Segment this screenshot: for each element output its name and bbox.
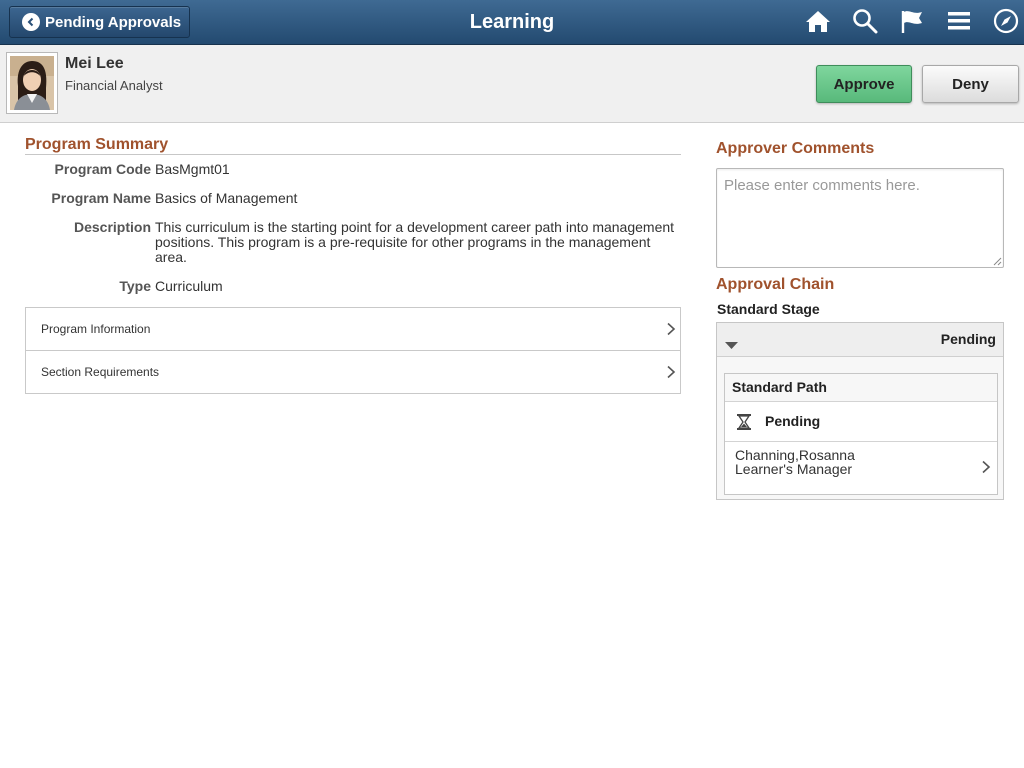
description-label: Description [73, 219, 151, 235]
path-title: Standard Path [732, 379, 827, 395]
path-status-row: Pending [725, 402, 997, 442]
path-header: Standard Path [725, 374, 997, 402]
approver-comments-heading: Approver Comments [716, 140, 875, 157]
employee-job-title: Financial Analyst [65, 78, 163, 93]
stage-label: Standard Stage [717, 301, 820, 317]
approval-stage: Pending Standard Path Pending Channing,R… [716, 322, 1004, 500]
program-name-value: Basics of Management [155, 190, 298, 206]
path-status: Pending [765, 413, 821, 429]
section-requirements-row[interactable]: Section Requirements [25, 350, 681, 394]
stage-toggle[interactable]: Pending [717, 323, 1003, 357]
section-requirements-label: Section Requirements [41, 365, 160, 379]
description-value: This curriculum is the starting point fo… [155, 219, 675, 265]
approver-comments-input[interactable] [716, 168, 1004, 268]
deny-button[interactable]: Deny [922, 65, 1019, 103]
employee-name: Mei Lee [65, 55, 124, 72]
program-summary-heading: Program Summary [25, 136, 169, 153]
chevron-right-icon [665, 322, 677, 336]
program-name-label: Program Name [51, 190, 151, 206]
avatar [6, 52, 58, 114]
chevron-right-icon [665, 365, 677, 379]
approval-path: Standard Path Pending Channing,Rosanna L… [724, 373, 998, 495]
approver-row[interactable]: Channing,Rosanna Learner's Manager [725, 442, 997, 494]
program-code-label: Program Code [54, 161, 151, 177]
menu-icon[interactable] [945, 7, 973, 35]
stage-status: Pending [940, 331, 996, 347]
approve-button[interactable]: Approve [816, 65, 912, 103]
search-icon[interactable] [851, 7, 879, 35]
triangle-down-icon [725, 337, 738, 355]
chevron-right-icon [981, 460, 991, 479]
compass-icon[interactable] [992, 7, 1020, 35]
approval-chain-heading: Approval Chain [716, 276, 835, 293]
employee-header: Mei Lee Financial Analyst Approve Deny [0, 45, 1024, 123]
type-value: Curriculum [155, 278, 223, 294]
program-information-row[interactable]: Program Information [25, 307, 681, 351]
hourglass-icon [737, 414, 751, 435]
home-icon[interactable] [804, 7, 832, 35]
resize-grip-icon[interactable] [992, 256, 1002, 266]
approver-role: Learner's Manager [735, 461, 853, 477]
flag-icon[interactable] [898, 7, 926, 35]
divider [25, 154, 681, 155]
program-information-label: Program Information [41, 322, 151, 336]
type-label: Type [119, 278, 151, 294]
program-code-value: BasMgmt01 [155, 161, 230, 177]
header-banner: Pending Approvals Learning [0, 0, 1024, 45]
